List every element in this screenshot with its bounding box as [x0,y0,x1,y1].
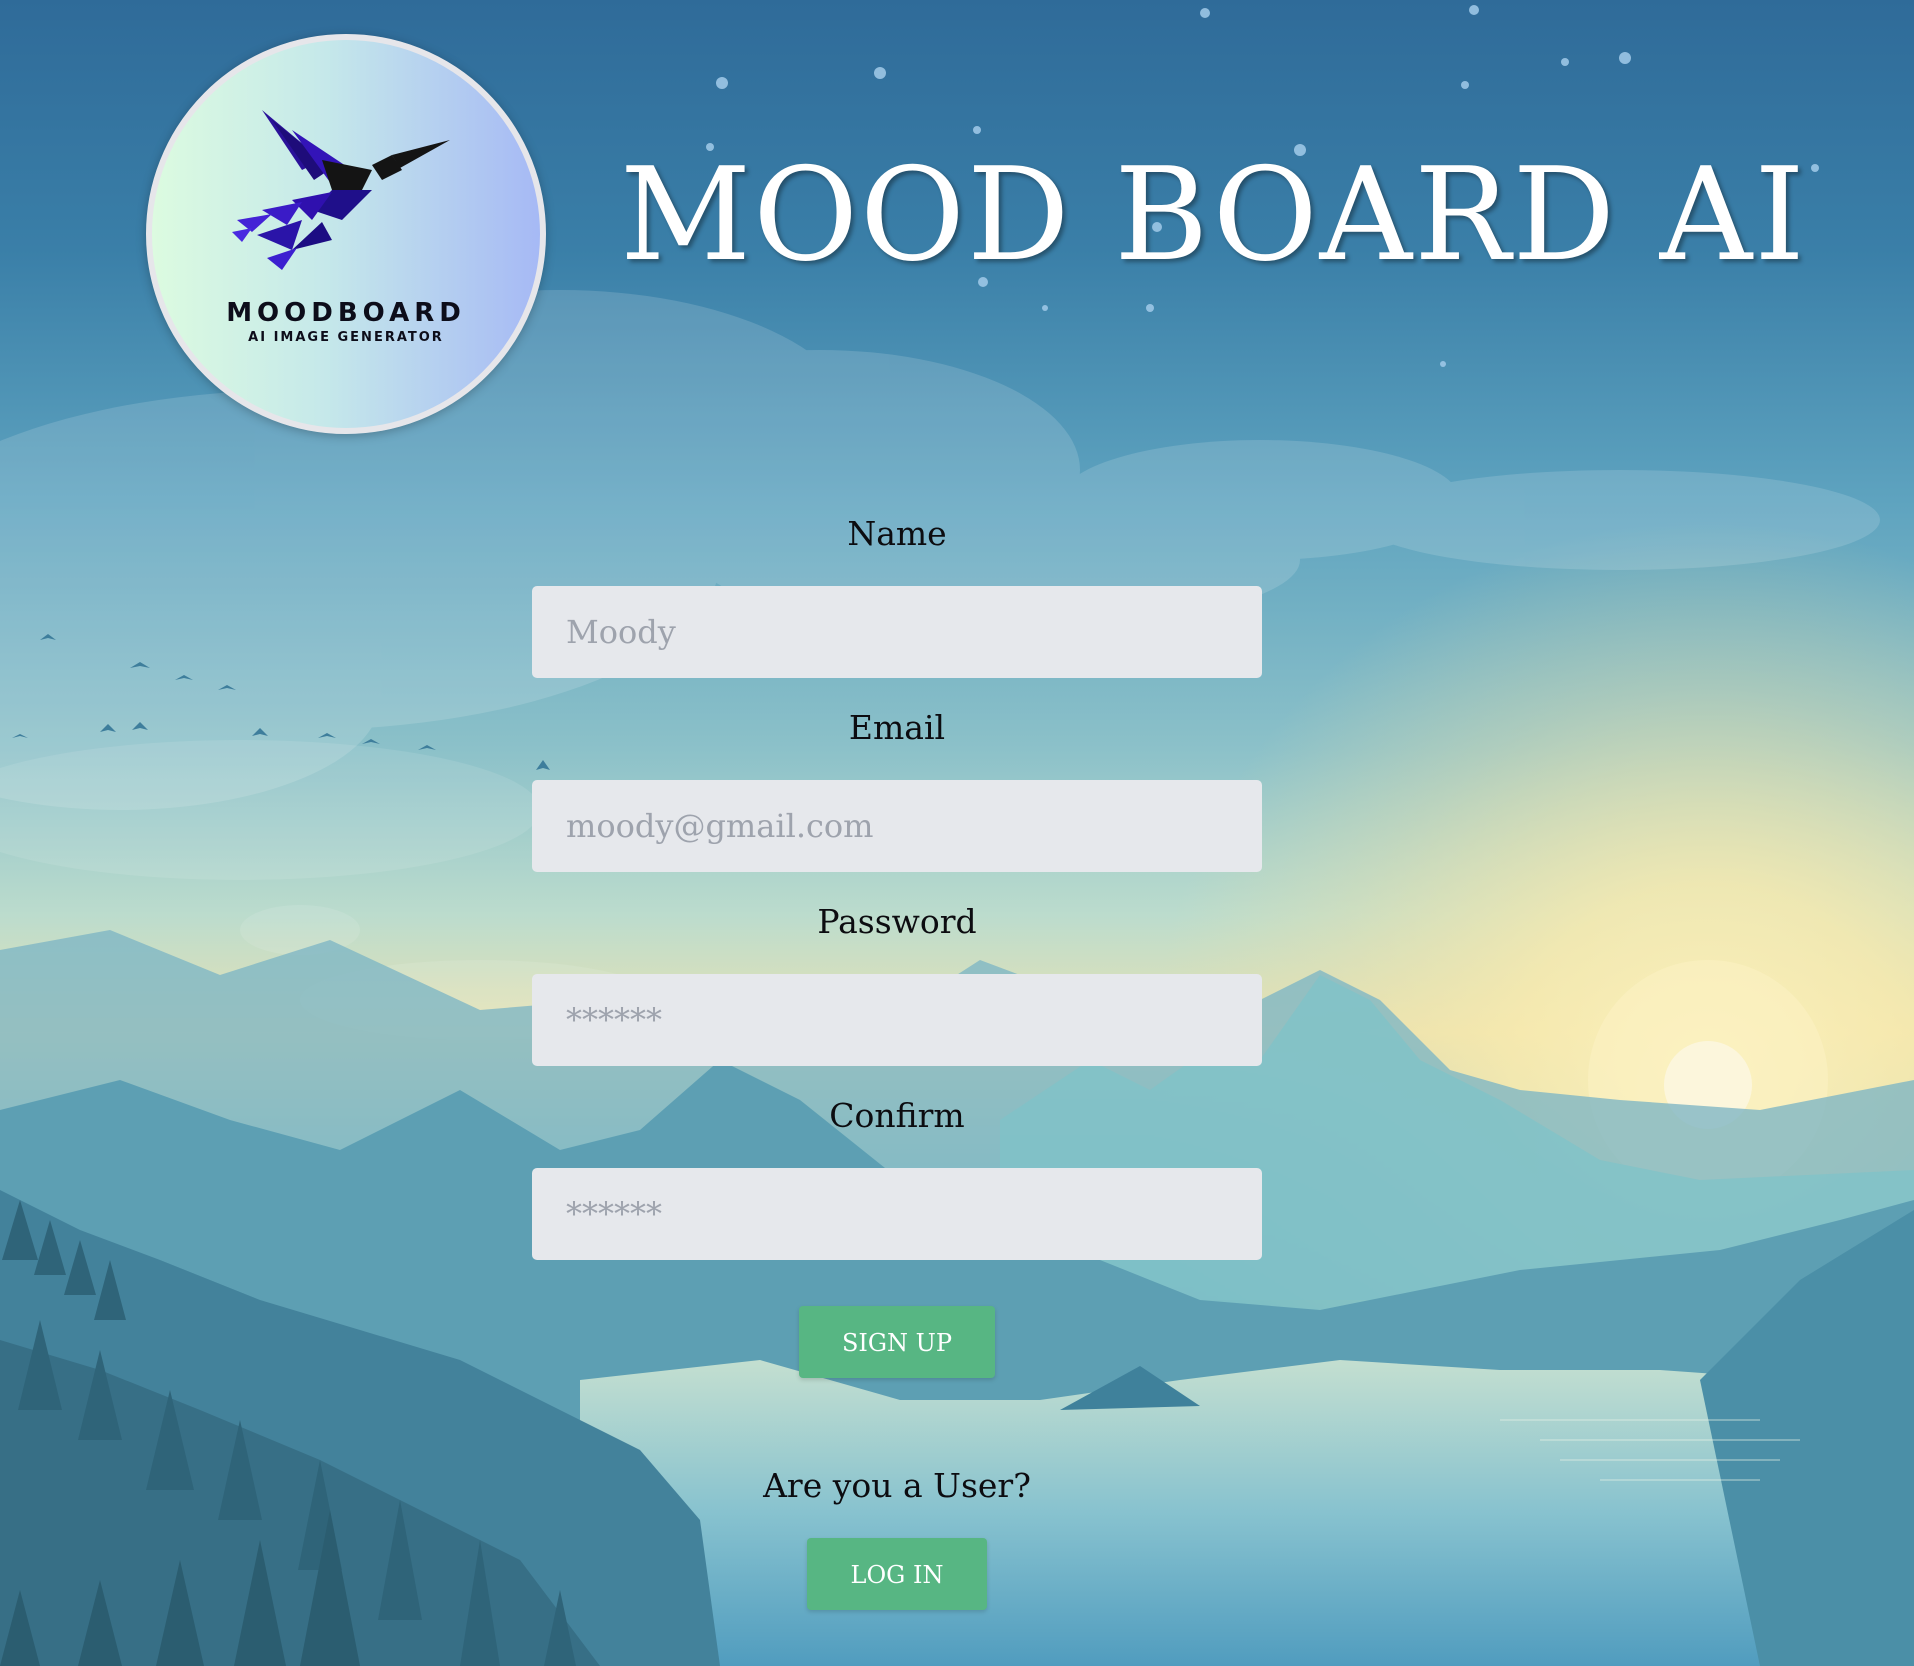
confirm-label: Confirm [829,1096,965,1135]
confirm-password-input[interactable] [532,1168,1262,1260]
login-button[interactable]: LOG IN [807,1538,987,1610]
logo-name: MOODBOARD [226,298,466,328]
password-label: Password [817,902,977,941]
existing-user-question: Are you a User? [763,1466,1031,1505]
hummingbird-icon [232,110,450,270]
signup-button[interactable]: SIGN UP [799,1306,995,1378]
app-title: MOOD BOARD AI [620,141,1807,290]
name-label: Name [847,514,947,553]
name-input[interactable] [532,586,1262,678]
password-input[interactable] [532,974,1262,1066]
logo-subtitle: AI IMAGE GENERATOR [248,330,444,345]
signup-form: Name Email Password Confirm [532,510,1262,1286]
email-input[interactable] [532,780,1262,872]
logo: MOODBOARD AI IMAGE GENERATOR [146,34,546,434]
signup-page: MOODBOARD AI IMAGE GENERATOR MOOD BOARD … [0,0,1914,1666]
email-label: Email [848,708,946,747]
